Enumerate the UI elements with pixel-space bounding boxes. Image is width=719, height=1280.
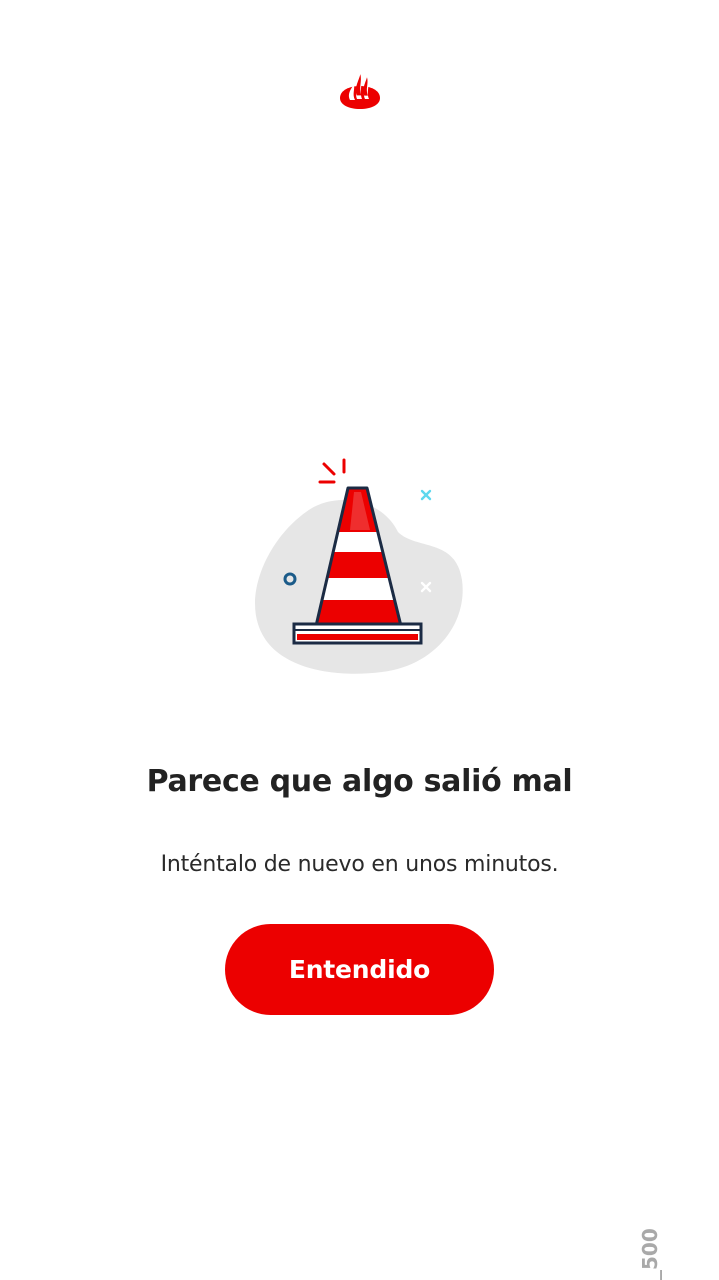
error-message: Inténtalo de nuevo en unos minutos. — [160, 852, 559, 877]
error-screen: Parece que algo salió mal Inténtalo de n… — [0, 0, 719, 1280]
alert-spark-icon — [318, 458, 346, 484]
cyan-x-icon — [420, 489, 432, 501]
understood-button[interactable]: Entendido — [225, 924, 494, 1015]
traffic-cone-illustration — [255, 458, 463, 674]
error-title: Parece que algo salió mal — [146, 764, 573, 799]
error-code-text: _500 — [638, 1228, 662, 1280]
error-code-label: _500 — [630, 1228, 674, 1280]
understood-button-label: Entendido — [288, 955, 431, 984]
santander-flame-icon — [340, 74, 380, 109]
